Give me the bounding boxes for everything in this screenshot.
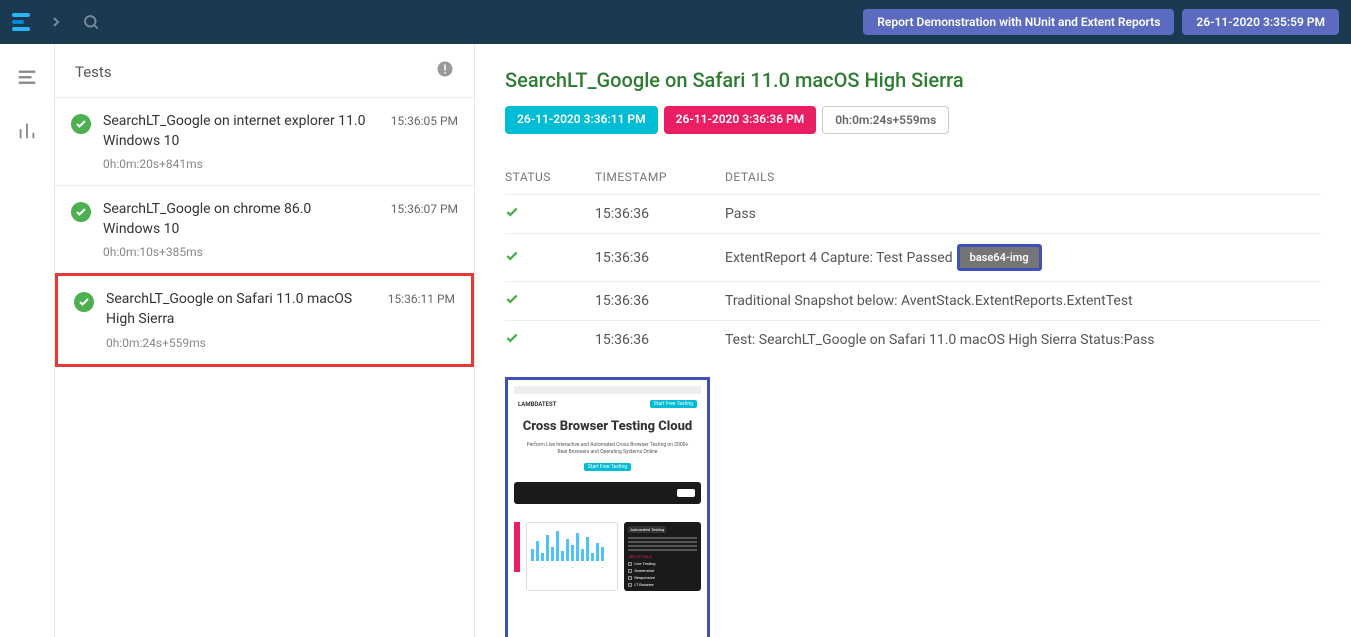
test-list-panel: Tests SearchLT_Google on internet explor… [55, 44, 475, 637]
report-timestamp-badge: 26-11-2020 3:35:59 PM [1182, 9, 1339, 35]
duration-pill: 0h:0m:24s+559ms [822, 106, 949, 134]
base64-img-badge[interactable]: base64-img [957, 244, 1042, 271]
test-duration: 0h:0m:20s+841ms [103, 157, 458, 171]
start-time-pill: 26-11-2020 3:36:11 PM [505, 106, 658, 134]
ss-subtitle: Perform Live Interactive and Automated C… [514, 442, 701, 455]
main-area: Tests SearchLT_Google on internet explor… [0, 44, 1351, 637]
test-duration: 0h:0m:10s+385ms [103, 245, 458, 259]
check-icon [505, 292, 585, 310]
end-time-pill: 26-11-2020 3:36:36 PM [664, 106, 817, 134]
ss-logo: LAMBDATEST [518, 401, 556, 408]
list-icon[interactable] [16, 66, 38, 92]
step-row: 15:36:36 Traditional Snapshot below: Ave… [505, 281, 1321, 320]
step-row: 15:36:36 Pass [505, 194, 1321, 233]
ss-side-title: Automated Testing [628, 526, 666, 533]
check-icon [505, 331, 585, 349]
test-name: SearchLT_Google on chrome 86.0 Windows 1… [103, 200, 368, 239]
test-name: SearchLT_Google on internet explorer 11.… [103, 112, 368, 151]
col-details: DETAILS [725, 170, 1321, 184]
ss-nav-button: Start Free Testing [650, 400, 697, 408]
check-icon [71, 202, 91, 222]
bar-chart-icon[interactable] [16, 120, 38, 146]
detail-title: SearchLT_Google on Safari 11.0 macOS Hig… [505, 68, 1321, 92]
step-timestamp: 15:36:36 [595, 206, 715, 222]
left-sidebar [0, 44, 55, 637]
col-timestamp: TIMESTAMP [595, 170, 715, 184]
search-icon[interactable] [82, 13, 100, 31]
ss-cta-button: Start Free Testing [584, 463, 631, 471]
test-time: 15:36:11 PM [388, 292, 455, 329]
check-icon [74, 292, 94, 312]
test-name: SearchLT_Google on Safari 11.0 macOS Hig… [106, 290, 371, 329]
check-icon [71, 114, 91, 134]
step-details: Traditional Snapshot below: AventStack.E… [725, 293, 1321, 309]
steps-table-header: STATUS TIMESTAMP DETAILS [505, 160, 1321, 194]
steps-table: STATUS TIMESTAMP DETAILS 15:36:36 Pass 1… [505, 160, 1321, 359]
ss-title: Cross Browser Testing Cloud [514, 420, 701, 434]
col-status: STATUS [505, 170, 585, 184]
step-timestamp: 15:36:36 [595, 293, 715, 309]
test-item[interactable]: SearchLT_Google on internet explorer 11.… [55, 97, 474, 185]
app-logo[interactable] [12, 13, 30, 31]
topbar-right: Report Demonstration with NUnit and Exte… [863, 9, 1339, 35]
check-icon [505, 205, 585, 223]
step-timestamp: 15:36:36 [595, 250, 715, 266]
test-list-title: Tests [75, 63, 112, 81]
alert-icon[interactable] [436, 60, 454, 83]
test-list-header: Tests [55, 44, 474, 97]
step-details: Pass [725, 206, 1321, 222]
test-time: 15:36:07 PM [391, 202, 458, 239]
ss-side-link: SEE DETAILS [628, 554, 697, 559]
report-title-badge: Report Demonstration with NUnit and Exte… [863, 9, 1174, 35]
test-duration: 0h:0m:24s+559ms [106, 336, 455, 350]
step-row: 15:36:36 Test: SearchLT_Google on Safari… [505, 320, 1321, 359]
step-timestamp: 15:36:36 [595, 332, 715, 348]
test-item[interactable]: SearchLT_Google on Safari 11.0 macOS Hig… [55, 273, 474, 366]
step-row: 15:36:36 ExtentReport 4 Capture: Test Pa… [505, 233, 1321, 281]
step-details: ExtentReport 4 Capture: Test Passedbase6… [725, 244, 1321, 271]
screenshot-thumbnail[interactable]: LAMBDATEST Start Free Testing Cross Brow… [505, 377, 710, 637]
step-details: Test: SearchLT_Google on Safari 11.0 mac… [725, 332, 1321, 348]
chevron-right-icon[interactable] [48, 14, 64, 30]
test-time: 15:36:05 PM [391, 114, 458, 151]
detail-panel: SearchLT_Google on Safari 11.0 macOS Hig… [475, 44, 1351, 637]
test-item[interactable]: SearchLT_Google on chrome 86.0 Windows 1… [55, 185, 474, 273]
topbar-left [12, 13, 100, 31]
detail-badges: 26-11-2020 3:36:11 PM 26-11-2020 3:36:36… [505, 106, 1321, 134]
top-bar: Report Demonstration with NUnit and Exte… [0, 0, 1351, 44]
check-icon [505, 249, 585, 267]
